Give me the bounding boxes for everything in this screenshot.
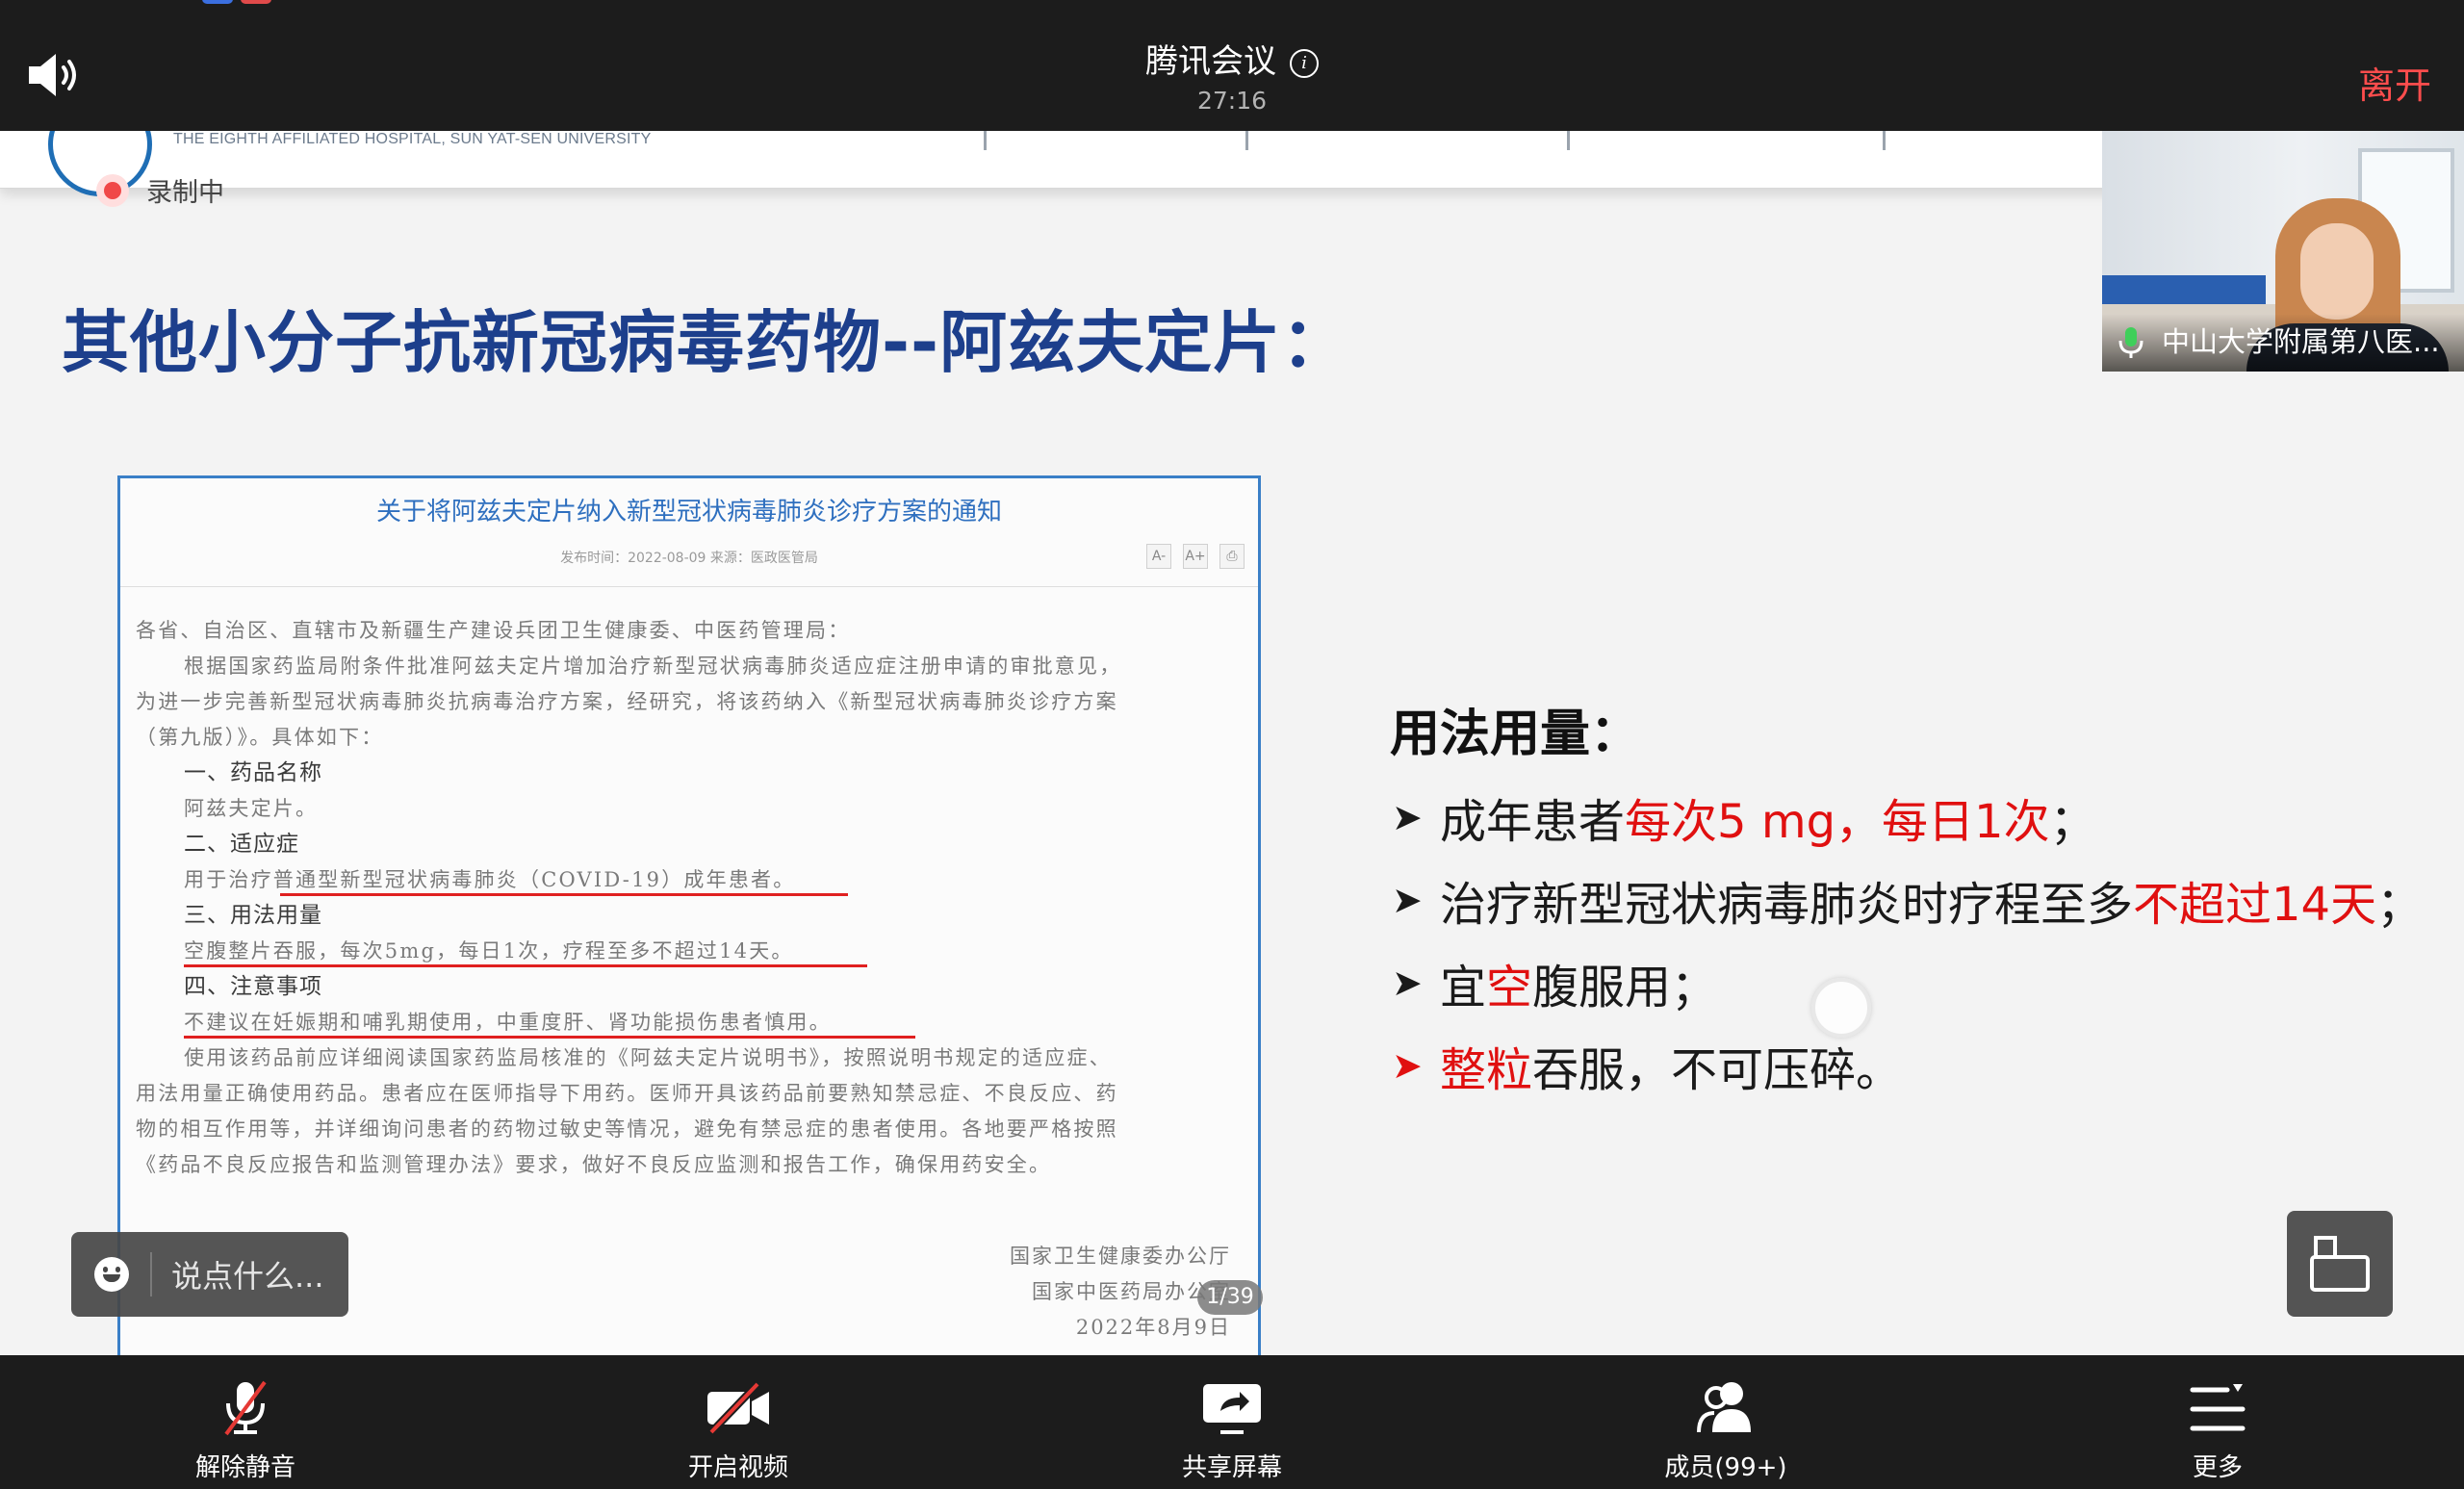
video-person-face bbox=[2300, 223, 2374, 320]
document-heading: 四、注意事项 bbox=[184, 974, 322, 999]
meeting-title-text: 腾讯会议 bbox=[1145, 42, 1276, 81]
mic-muted-icon bbox=[224, 1380, 267, 1436]
meeting-title[interactable]: 腾讯会议 i bbox=[0, 35, 2464, 82]
arrow-bullet-icon: ➤ bbox=[1392, 962, 1423, 1004]
arrow-bullet-icon: ➤ bbox=[1392, 879, 1423, 921]
usage-text: 腹服用； bbox=[1532, 961, 1718, 1014]
hospital-english-name: THE EIGHTH AFFILIATED HOSPITAL, SUN YAT-… bbox=[173, 131, 652, 147]
participant-name: 中山大学附属第八医... bbox=[2162, 325, 2440, 358]
signature-date: 2022年8月9日 bbox=[1075, 1316, 1231, 1339]
more-menu-icon bbox=[2190, 1384, 2246, 1431]
top-bar: 腾讯会议 i 27:16 离开 bbox=[0, 0, 2464, 131]
usage-item: ➤ 治疗新型冠状病毒肺炎时疗程至多 不超过14天； bbox=[1392, 859, 2423, 941]
bottom-toolbar: 解除静音 开启视频 共享屏幕 成员(99+) 更多 bbox=[0, 1355, 2464, 1489]
start-video-button[interactable]: 开启视频 bbox=[632, 1378, 844, 1483]
document-body: 各省、自治区、直辖市及新疆生产建设兵团卫生健康委、中医药管理局： 根据国家药监局… bbox=[136, 613, 1239, 1183]
document-line-underlined: 不建议在妊娠期和哺乳期使用，中重度肝、肾功能损伤患者慎用。 bbox=[136, 1005, 1239, 1040]
info-icon[interactable]: i bbox=[1290, 49, 1319, 78]
usage-highlight: 不超过14天 bbox=[2133, 878, 2377, 932]
participant-video-tile[interactable]: 中山大学附属第八医... bbox=[2102, 131, 2464, 372]
strip-divider bbox=[1245, 131, 1248, 150]
font-decrease-icon: A- bbox=[1146, 544, 1171, 569]
members-button[interactable]: 成员(99+) bbox=[1620, 1378, 1832, 1483]
recording-indicator: 录制中 bbox=[96, 171, 224, 209]
slide-header-strip: THE EIGHTH AFFILIATED HOSPITAL, SUN YAT-… bbox=[0, 131, 2464, 196]
document-line: 《药品不良反应报告和监测管理办法》要求，做好不良反应监测和报告工作，确保用药安全… bbox=[136, 1153, 1052, 1176]
usage-highlight: 空 bbox=[1486, 961, 1533, 1014]
document-tools: A- A+ ⎙ bbox=[1146, 544, 1245, 569]
document-line: 根据国家药监局附条件批准阿兹夫定片增加治疗新型冠状病毒肺炎适应症注册申请的审批意… bbox=[184, 655, 1122, 678]
more-button[interactable]: 更多 bbox=[2112, 1378, 2323, 1483]
chat-input[interactable]: 说点什么... bbox=[71, 1232, 348, 1317]
document-line: 为进一步完善新型冠状病毒肺炎抗病毒治疗方案，经研究，将该药纳入《新型冠状病毒肺炎… bbox=[136, 690, 1118, 713]
document-heading: 一、药品名称 bbox=[184, 760, 322, 785]
mic-active-icon bbox=[2118, 327, 2143, 358]
usage-highlight: 每次5 mg，每日1次 bbox=[1625, 795, 2050, 849]
share-screen-label: 共享屏幕 bbox=[1181, 1453, 1282, 1482]
strip-divider bbox=[984, 131, 987, 150]
slide-title: 其他小分子抗新冠病毒药物--阿兹夫定片： bbox=[62, 303, 1350, 382]
usage-item: ➤ 整粒 吞服，不可压碎。 bbox=[1392, 1024, 2423, 1107]
document-line-underlined: 用于治疗普通型新型冠状病毒肺炎（COVID-19）成年患者。 bbox=[136, 862, 1239, 898]
notice-document-image: 关于将阿兹夫定片纳入新型冠状病毒肺炎诊疗方案的通知 发布时间：2022-08-0… bbox=[117, 475, 1261, 1355]
camera-off-icon bbox=[707, 1381, 769, 1435]
signature-line: 国家卫生健康委办公厅 bbox=[1010, 1245, 1231, 1268]
document-line: 用法用量正确使用药品。患者应在医师指导下用药。医师开具该药品前要熟知禁忌症、不良… bbox=[136, 1082, 1118, 1105]
usage-list: ➤ 成年患者 每次5 mg，每日1次； ➤ 治疗新型冠状病毒肺炎时疗程至多 不超过1… bbox=[1392, 776, 2423, 1107]
recording-dot-icon bbox=[96, 173, 129, 207]
usage-text: 治疗新型冠状病毒肺炎时疗程至多 bbox=[1440, 878, 2134, 932]
unmute-button[interactable]: 解除静音 bbox=[140, 1378, 351, 1483]
document-title: 关于将阿兹夫定片纳入新型冠状病毒肺炎诊疗方案的通知 bbox=[375, 498, 1002, 526]
arrow-bullet-icon: ➤ bbox=[1392, 796, 1423, 838]
members-label: 成员(99+) bbox=[1664, 1453, 1787, 1482]
usage-text: 宜 bbox=[1440, 961, 1487, 1014]
status-indicators bbox=[202, 0, 271, 4]
arrow-bullet-icon: ➤ bbox=[1392, 1044, 1423, 1087]
print-icon: ⎙ bbox=[1219, 544, 1245, 569]
document-heading: 三、用法用量 bbox=[184, 903, 322, 928]
usage-item: ➤ 成年患者 每次5 mg，每日1次； bbox=[1392, 776, 2423, 859]
usage-item: ➤ 宜空腹服用； bbox=[1392, 941, 2423, 1024]
start-video-label: 开启视频 bbox=[687, 1453, 788, 1482]
document-line: 使用该药品前应详细阅读国家药监局核准的《阿兹夫定片说明书》，按照说明书规定的适应… bbox=[184, 1046, 1112, 1069]
document-line: 阿兹夫定片。 bbox=[184, 797, 319, 820]
usage-text: 吞服，不可压碎。 bbox=[1532, 1043, 1903, 1097]
document-line: 各省、自治区、直辖市及新疆生产建设兵团卫生健康委、中医药管理局： bbox=[136, 619, 851, 642]
usage-heading: 用法用量： bbox=[1390, 706, 1641, 763]
pointer-cursor-icon bbox=[1811, 978, 1871, 1038]
document-line: 物的相互作用等，并详细询问患者的药物过敏史等情况，避免有禁忌症的患者使用。各地要… bbox=[136, 1117, 1118, 1141]
share-screen-button[interactable]: 共享屏幕 bbox=[1126, 1378, 1338, 1483]
usage-text: ； bbox=[2376, 878, 2424, 932]
unmute-label: 解除静音 bbox=[194, 1453, 295, 1482]
rotate-screen-button[interactable] bbox=[2287, 1211, 2393, 1317]
usage-highlight: 整粒 bbox=[1440, 1043, 1533, 1097]
emoji-icon[interactable] bbox=[94, 1257, 129, 1292]
document-line: （第九版）》。具体如下： bbox=[136, 726, 384, 749]
strip-divider bbox=[1567, 131, 1570, 150]
members-icon bbox=[1697, 1382, 1751, 1433]
status-dot-icon bbox=[202, 0, 233, 4]
font-increase-icon: A+ bbox=[1183, 544, 1208, 569]
chat-placeholder: 说点什么... bbox=[171, 1258, 324, 1295]
leave-button[interactable]: 离开 bbox=[2358, 56, 2431, 109]
usage-text: 成年患者 bbox=[1440, 795, 1626, 849]
more-label: 更多 bbox=[2192, 1453, 2243, 1482]
shared-slide: THE EIGHTH AFFILIATED HOSPITAL, SUN YAT-… bbox=[0, 131, 2464, 1355]
share-screen-icon bbox=[1203, 1384, 1261, 1434]
document-divider bbox=[120, 586, 1258, 587]
strip-divider bbox=[1883, 131, 1886, 150]
recording-label: 录制中 bbox=[146, 178, 224, 208]
page-indicator: 1/39 bbox=[1197, 1280, 1263, 1315]
chat-divider bbox=[150, 1252, 152, 1296]
document-meta: 发布时间：2022-08-09 来源：医政医管局 bbox=[560, 551, 818, 566]
document-line-underlined: 空腹整片吞服，每次5mg，每日1次，疗程至多不超过14天。 bbox=[136, 934, 1239, 969]
meeting-timer: 27:16 bbox=[1196, 87, 1268, 115]
usage-text: ； bbox=[2049, 795, 2096, 849]
document-heading: 二、适应症 bbox=[184, 832, 299, 857]
status-dot-icon bbox=[241, 0, 271, 4]
